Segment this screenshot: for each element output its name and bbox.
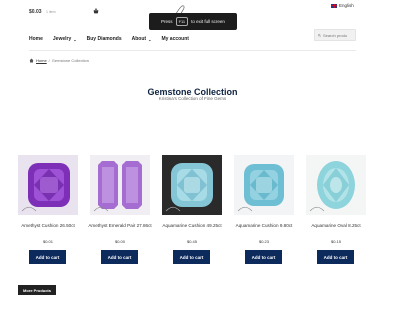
chevron-down-icon: ⌄ bbox=[73, 36, 77, 42]
nav-item-about[interactable]: About ⌄ bbox=[132, 36, 152, 42]
more-products-button[interactable]: More Products bbox=[18, 285, 56, 295]
cart-amount[interactable]: $0.03 bbox=[29, 9, 42, 15]
breadcrumb: Home / Gemstone Collection bbox=[29, 58, 89, 63]
nav-label: About bbox=[131, 36, 147, 42]
language-selector[interactable]: English bbox=[331, 3, 354, 8]
search-box[interactable] bbox=[314, 29, 356, 41]
product-card: Aquamarine Cushion 9.80ct $0.23 Add to c… bbox=[234, 155, 294, 264]
uk-flag-icon bbox=[331, 3, 337, 8]
nav-label: Jewelry bbox=[52, 36, 72, 42]
product-name[interactable]: Aquamarine Cushion 49.25ct bbox=[156, 223, 228, 229]
product-image[interactable] bbox=[306, 155, 366, 215]
search-icon[interactable] bbox=[318, 33, 321, 38]
product-card: Aquamarine Cushion 49.25ct $0.45 Add to … bbox=[162, 155, 222, 264]
top-bar: $0.03 1 item Press F11 to exit full scre… bbox=[0, 0, 400, 30]
product-price: $0.00 bbox=[114, 239, 125, 244]
nav-label: My account bbox=[161, 36, 189, 42]
add-to-cart-button[interactable]: Add to cart bbox=[317, 250, 354, 264]
product-grid: Amethyst Cushion 26.50ct $0.01 Add to ca… bbox=[18, 155, 368, 265]
product-card: Aquamarine Oval 8.25ct $0.15 Add to cart bbox=[306, 155, 366, 264]
language-label: English bbox=[339, 3, 354, 8]
add-to-cart-button[interactable]: Add to cart bbox=[245, 250, 282, 264]
breadcrumb-separator: / bbox=[48, 58, 50, 63]
nav-item-buy-diamonds[interactable]: Buy Diamonds bbox=[87, 36, 122, 42]
nav-item-my-account[interactable]: My account bbox=[161, 36, 189, 42]
product-name[interactable]: Amethyst Cushion 26.50ct bbox=[12, 223, 84, 229]
product-price: $0.01 bbox=[42, 239, 53, 244]
nav-item-jewelry[interactable]: Jewelry ⌄ bbox=[53, 36, 77, 42]
product-name[interactable]: Amethyst Emerald Pair 27.86ct bbox=[84, 223, 156, 229]
product-image[interactable] bbox=[234, 155, 294, 215]
add-to-cart-button[interactable]: Add to cart bbox=[29, 250, 66, 264]
add-to-cart-button[interactable]: Add to cart bbox=[173, 250, 210, 264]
product-price: $0.45 bbox=[186, 239, 197, 244]
page-subtitle: Kristina's Collection of Fine Gems bbox=[158, 96, 227, 101]
nav-label: Home bbox=[29, 36, 43, 42]
breadcrumb-home-link[interactable]: Home bbox=[36, 58, 47, 63]
chevron-down-icon: ⌄ bbox=[148, 36, 152, 42]
product-name[interactable]: Aquamarine Oval 8.25ct bbox=[300, 223, 372, 229]
product-name[interactable]: Aquamarine Cushion 9.80ct bbox=[228, 223, 300, 229]
product-image[interactable] bbox=[90, 155, 150, 215]
nav-item-home[interactable]: Home bbox=[29, 36, 43, 42]
toast-suffix: to exit full screen bbox=[191, 19, 225, 24]
nav-label: Buy Diamonds bbox=[86, 36, 122, 42]
breadcrumb-current: Gemstone Collection bbox=[51, 58, 89, 63]
search-input[interactable] bbox=[323, 32, 355, 38]
toast-prefix: Press bbox=[161, 19, 173, 24]
product-card: Amethyst Cushion 26.50ct $0.01 Add to ca… bbox=[18, 155, 78, 264]
cart-item-count[interactable]: 1 item bbox=[46, 10, 56, 14]
fullscreen-toast: Press F11 to exit full screen bbox=[149, 13, 237, 30]
product-image[interactable] bbox=[162, 155, 222, 215]
header-divider bbox=[29, 50, 356, 51]
product-image[interactable] bbox=[18, 155, 78, 215]
add-to-cart-button[interactable]: Add to cart bbox=[101, 250, 138, 264]
toast-key: F11 bbox=[175, 17, 189, 26]
basket-icon[interactable] bbox=[93, 8, 99, 14]
main-nav: Home Jewelry ⌄ Buy Diamonds About ⌄ My a… bbox=[29, 36, 189, 42]
product-price: $0.15 bbox=[330, 239, 341, 244]
product-card: Amethyst Emerald Pair 27.86ct $0.00 Add … bbox=[88, 155, 152, 264]
product-price: $0.23 bbox=[258, 239, 269, 244]
home-icon bbox=[29, 58, 34, 63]
